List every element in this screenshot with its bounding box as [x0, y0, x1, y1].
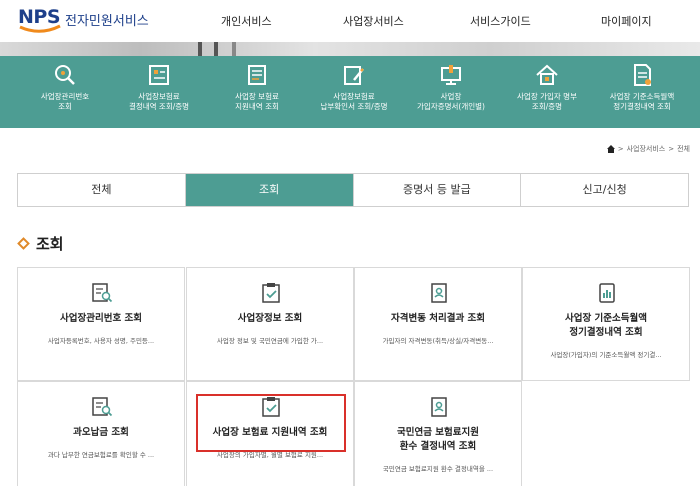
quick-menu-band: 사업장관리번호 조회 사업장보험료 결정내역 조회/증명 사업장 보험료 지원내… — [0, 56, 700, 128]
nav-personal-services[interactable]: 개인서비스 — [221, 13, 272, 29]
quick-menu-premium-support[interactable]: 사업장 보험료 지원내역 조회 — [209, 62, 305, 112]
tab-inquiry[interactable]: 조회 — [185, 174, 354, 206]
breadcrumb: > 사업장서비스 > 전체 — [606, 144, 690, 154]
card-title: 과오납금 조회 — [73, 427, 129, 438]
card-title: 자격변동 처리결과 조회 — [390, 313, 485, 324]
quick-menu-label: 사업장 보험료 지원내역 조회 — [235, 92, 279, 111]
document-icon — [634, 64, 651, 86]
clipboard-check-icon — [262, 283, 280, 303]
service-card-overpayment[interactable]: 과오납금 조회 과다 납부한 연금보험료를 확인할 수 ... — [17, 381, 185, 486]
selection-highlight — [196, 394, 346, 452]
quick-menu-business-number[interactable]: 사업장관리번호 조회 — [17, 62, 113, 112]
service-card-qualification-change[interactable]: 자격변동 처리결과 조회 가입자의 자격변동(취득/상실/자격변동... — [354, 267, 522, 381]
search-document-icon — [92, 397, 113, 417]
service-card-standard-income[interactable]: 사업장 기준소득월액 정기결정내역 조회 사업장(가입자)의 기준소득월액 정기… — [522, 267, 690, 381]
service-card-business-info[interactable]: 사업장정보 조회 사업장 정보 및 국민연금에 가입한 가... — [186, 267, 354, 381]
card-description: 사업장 정보 및 국민연금에 가입한 가... — [216, 337, 324, 345]
service-card-support-recovery[interactable]: 국민연금 보험료지원 환수 결정내역 조회 국민연금 보험료지원 환수 결정내역… — [354, 381, 522, 486]
tab-all[interactable]: 전체 — [18, 174, 186, 206]
section-heading: 조회 — [17, 233, 64, 254]
diamond-bullet-icon — [17, 237, 30, 250]
card-description: 사업자등록번호, 사용자 성명, 주민등... — [47, 337, 155, 345]
card-title: 사업장관리번호 조회 — [60, 313, 142, 324]
quick-menu-label: 사업장 가입자증명서(개인별) — [417, 92, 485, 111]
card-description: 과다 납부한 연금보험료를 확인할 수 ... — [47, 451, 155, 459]
hero-banner-strip — [0, 42, 700, 56]
card-title: 국민연금 보험료지원 환수 결정내역 조회 — [397, 427, 479, 452]
nav-business-services[interactable]: 사업장서비스 — [343, 13, 404, 29]
quick-menu-standard-income[interactable]: 사업장 기준소득월액 정기결정내역 조회 — [594, 62, 690, 112]
id-card-icon — [431, 283, 447, 303]
logo-text: 전자민원서비스 — [65, 14, 149, 29]
card-description: 가입자의 자격변동(취득/상실/자격변동... — [382, 337, 494, 345]
quick-menu-member-certificate[interactable]: 사업장 가입자증명서(개인별) — [403, 62, 499, 112]
quick-menu-payment-confirmation[interactable]: 사업장보험료 납부확인서 조회/증명 — [306, 62, 402, 112]
quick-menu-label: 사업장보험료 납부확인서 조회/증명 — [320, 92, 388, 111]
quick-menu-label: 사업장 기준소득월액 정기결정내역 조회 — [609, 92, 675, 111]
breadcrumb-item[interactable]: 사업장서비스 — [627, 144, 666, 154]
breadcrumb-item: 전체 — [677, 145, 690, 153]
site-header: NPS 전자민원서비스 개인서비스 사업장서비스 서비스가이드 마이페이지 — [0, 0, 700, 42]
calculator-icon — [149, 65, 169, 85]
home-icon — [536, 64, 558, 85]
card-description: 국민연금 보험료지원 환수 결정내역을 ... — [382, 465, 494, 473]
logo-swoosh-icon — [19, 24, 61, 33]
nav-service-guide[interactable]: 서비스가이드 — [470, 13, 531, 29]
site-logo[interactable]: NPS 전자민원서비스 — [18, 6, 149, 36]
tab-report-apply[interactable]: 신고/신청 — [521, 174, 688, 206]
quick-menu-label: 사업장 가입자 명부 조회/증명 — [517, 92, 577, 111]
search-icon — [55, 65, 75, 85]
quick-menu-member-roster[interactable]: 사업장 가입자 명부 조회/증명 — [499, 62, 595, 112]
search-document-icon — [92, 283, 113, 303]
list-document-icon — [248, 65, 266, 85]
tab-certificates[interactable]: 증명서 등 발급 — [353, 174, 522, 206]
monitor-icon — [441, 65, 461, 85]
card-description: 사업장(가입자)의 기준소득월액 정기결... — [550, 351, 662, 359]
quick-menu-premium-decision[interactable]: 사업장보험료 결정내역 조회/증명 — [111, 62, 207, 112]
category-tabs: 전체 조회 증명서 등 발급 신고/신청 — [17, 173, 689, 207]
tablet-chart-icon — [599, 283, 615, 303]
home-icon[interactable] — [606, 145, 615, 153]
card-title: 사업장정보 조회 — [237, 313, 303, 324]
service-card-business-number[interactable]: 사업장관리번호 조회 사업자등록번호, 사용자 성명, 주민등... — [17, 267, 185, 381]
quick-menu-label: 사업장보험료 결정내역 조회/증명 — [128, 92, 190, 111]
section-title: 조회 — [36, 235, 64, 253]
card-title: 사업장 기준소득월액 정기결정내역 조회 — [565, 313, 647, 338]
quick-menu-label: 사업장관리번호 조회 — [40, 92, 90, 111]
edit-document-icon — [344, 66, 364, 85]
nav-my-page[interactable]: 마이페이지 — [601, 13, 652, 29]
id-card-icon — [431, 397, 447, 417]
